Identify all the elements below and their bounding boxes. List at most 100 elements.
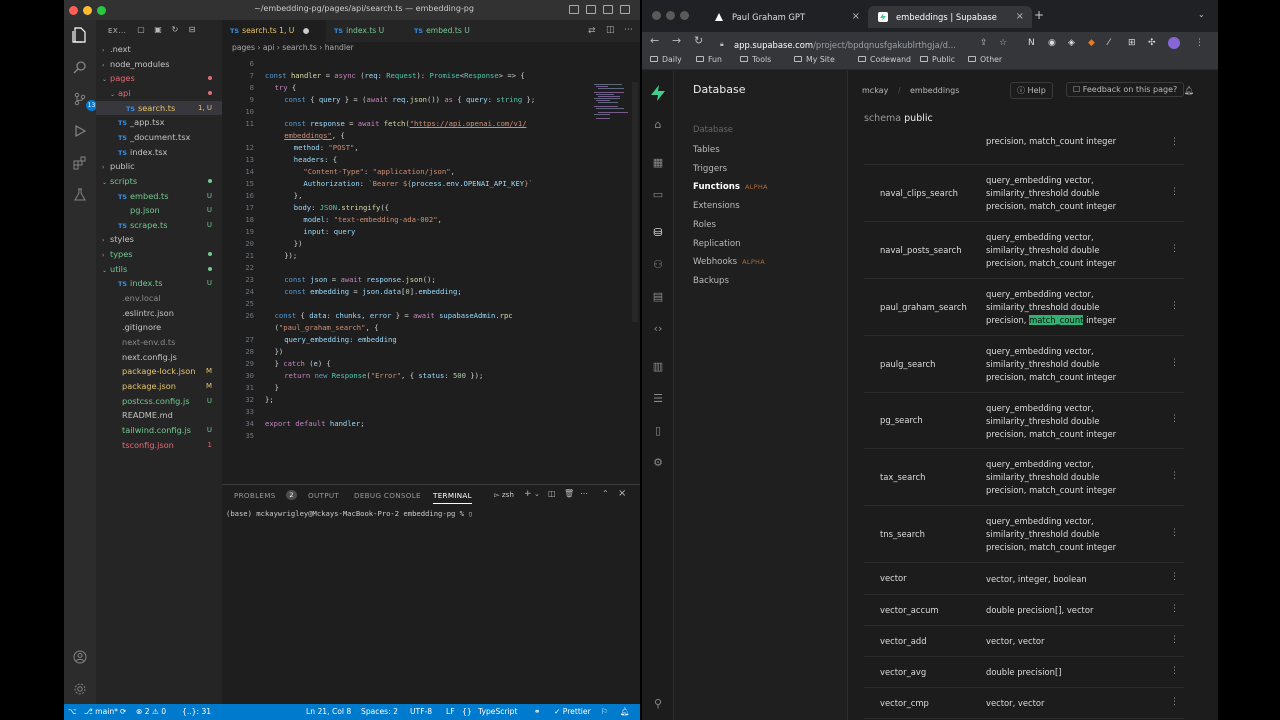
function-row[interactable]: vector_avg double precision[] ⋮ (864, 657, 1184, 688)
more-options-icon[interactable]: ⋮ (1170, 301, 1179, 311)
breadcrumb-org[interactable]: mckay (862, 86, 888, 95)
editor-tab[interactable]: TS index.ts U (326, 20, 406, 42)
user-account-icon[interactable]: ⚲ (652, 698, 664, 710)
code-line[interactable]: 24 const embedding = json.data[0].embeddi… (222, 286, 632, 298)
tree-item[interactable]: › styles (96, 232, 222, 246)
function-row[interactable]: tax_search query_embedding vector, similar… (864, 449, 1184, 506)
tab-search-icon[interactable]: ⌄ (1198, 10, 1205, 19)
testing-flask-icon[interactable] (71, 186, 89, 204)
notifications-bell-icon[interactable]: 🔔︎ (1184, 86, 1194, 95)
editor-scrollbar[interactable] (632, 82, 638, 322)
more-options-icon[interactable]: ⋮ (1170, 414, 1179, 424)
schema-selector[interactable]: schema public (864, 113, 933, 124)
tree-item[interactable]: tsconfig.json 1 (96, 438, 222, 452)
tree-item[interactable]: ⌄ api (96, 86, 222, 100)
nav-item-webhooks[interactable]: Webhooks ALPHA (693, 257, 765, 267)
close-window-button[interactable] (652, 11, 661, 20)
function-row[interactable]: naval_clips_search query_embedding vector… (864, 165, 1184, 222)
address-bar[interactable]: app.supabase.com/project/bpdqnusfgakublr… (734, 40, 956, 50)
code-line[interactable]: 18 model: "text-embedding-ada-002", (222, 214, 632, 226)
forward-icon[interactable]: → (672, 34, 681, 47)
extension-n-icon[interactable]: N (1028, 38, 1035, 48)
tree-item[interactable]: TS index.ts U (96, 276, 222, 290)
code-line[interactable]: 22 (222, 262, 632, 274)
new-tab-icon[interactable]: + (1034, 8, 1044, 22)
line-ending[interactable]: LF (446, 707, 455, 716)
code-line[interactable]: 14 "Content-Type": "application/json", (222, 166, 632, 178)
settings-gear-icon[interactable] (71, 680, 89, 698)
terminal-shell-selector[interactable]: ▻ zsh (494, 490, 514, 499)
new-terminal-icon[interactable]: + (524, 489, 532, 499)
code-line[interactable]: 10 (222, 106, 632, 118)
bookmark-public[interactable]: Public (920, 55, 955, 64)
breadcrumb-item[interactable]: handler (325, 43, 354, 52)
tree-item[interactable]: ⌄ utils (96, 262, 222, 276)
nav-item-extensions[interactable]: Extensions (693, 201, 740, 211)
prettier-status[interactable]: ✓ Prettier (554, 707, 591, 716)
function-row[interactable]: vector_add vector, vector ⋮ (864, 626, 1184, 657)
tree-item[interactable]: TS search.ts 1, U (96, 100, 222, 115)
tree-item[interactable]: package-lock.json M (96, 364, 222, 378)
minimap[interactable] (594, 84, 634, 124)
code-line[interactable]: 31} (222, 382, 632, 394)
more-actions-icon[interactable]: ⋯ (624, 25, 633, 35)
source-control-icon[interactable]: 13 (71, 90, 97, 111)
nav-item-tables[interactable]: Tables (693, 145, 720, 155)
code-line[interactable]: 33 (222, 406, 632, 418)
share-icon[interactable]: ⇪ (980, 38, 988, 48)
code-line[interactable]: 12 method: "POST", (222, 142, 632, 154)
maximize-panel-icon[interactable]: ⌃ (602, 489, 609, 498)
code-line[interactable]: 13 headers: { (222, 154, 632, 166)
back-icon[interactable]: ← (650, 34, 659, 47)
sync-icon[interactable]: ⟳ (120, 707, 126, 716)
browser-tab-supabase[interactable]: embeddings | Supabase × (868, 6, 1032, 28)
zoom-window-button[interactable] (97, 6, 106, 15)
extensions-puzzle-icon[interactable]: ✣ (1148, 38, 1156, 48)
code-line[interactable]: 20}) (222, 238, 632, 250)
toggle-sidebar-icon[interactable] (569, 5, 579, 14)
reload-icon[interactable]: ↻ (694, 34, 703, 47)
auth-users-icon[interactable]: ⚇ (652, 259, 664, 271)
editor-tab[interactable]: TS embed.ts U (406, 20, 490, 42)
code-line[interactable]: 29} catch (e) { (222, 358, 632, 370)
nav-item-functions[interactable]: Functions ALPHA (693, 182, 768, 192)
code-line[interactable]: 15 Authorization: `Bearer ${process.env.O… (222, 178, 632, 190)
code-line[interactable]: 32}; (222, 394, 632, 406)
run-debug-icon[interactable] (71, 122, 89, 140)
code-line[interactable]: 21}); (222, 250, 632, 262)
more-options-icon[interactable]: ⋮ (1170, 604, 1179, 614)
extensions-icon[interactable] (71, 154, 89, 172)
terminal-dropdown-icon[interactable]: ⌄ (534, 490, 540, 498)
more-options-icon[interactable]: ⋮ (1170, 358, 1179, 368)
table-editor-icon[interactable]: ▦ (652, 157, 664, 169)
bookmark-other[interactable]: Other (968, 55, 1002, 64)
bookmark-daily[interactable]: Daily (650, 55, 682, 64)
tree-item[interactable]: › .next (96, 42, 222, 56)
close-window-button[interactable] (69, 6, 78, 15)
tree-item[interactable]: › public (96, 159, 222, 173)
tab-debug-console[interactable]: DEBUG CONSOLE (354, 491, 421, 500)
code-line[interactable]: 23 const json = await response.json(); (222, 274, 632, 286)
git-branch[interactable]: ⎇ main* (84, 707, 118, 716)
extension-fox-icon[interactable]: ◆ (1088, 38, 1095, 48)
function-row[interactable]: vector vector, integer, boolean ⋮ (864, 563, 1184, 595)
trash-icon[interactable]: 🗑︎ (564, 489, 574, 498)
feedback-button[interactable]: ☐ Feedback on this page? (1066, 82, 1185, 97)
browser-tab-paul-graham-gpt[interactable]: Paul Graham GPT × (704, 6, 868, 28)
more-options-icon[interactable]: ⋮ (1170, 572, 1179, 582)
code-line[interactable]: 25 (222, 298, 632, 310)
extension-cube-icon[interactable]: ◈ (1068, 38, 1075, 48)
more-options-icon[interactable]: ⋮ (1170, 666, 1179, 676)
code-line[interactable]: 6 (222, 58, 632, 70)
tree-item[interactable]: .env.local (96, 291, 222, 305)
nav-item-triggers[interactable]: Triggers (693, 164, 727, 174)
code-line[interactable]: 19 input: query (222, 226, 632, 238)
more-options-icon[interactable]: ⋮ (1170, 137, 1179, 147)
zoom-window-button[interactable] (680, 11, 689, 20)
supabase-logo-icon[interactable] (649, 84, 667, 106)
breadcrumb-item[interactable]: search.ts (282, 43, 317, 52)
tree-item[interactable]: package.json M (96, 379, 222, 393)
new-folder-icon[interactable]: ▣ (153, 25, 163, 35)
tree-item[interactable]: next.config.js (96, 350, 222, 364)
tree-item[interactable]: .eslintrc.json (96, 306, 222, 320)
